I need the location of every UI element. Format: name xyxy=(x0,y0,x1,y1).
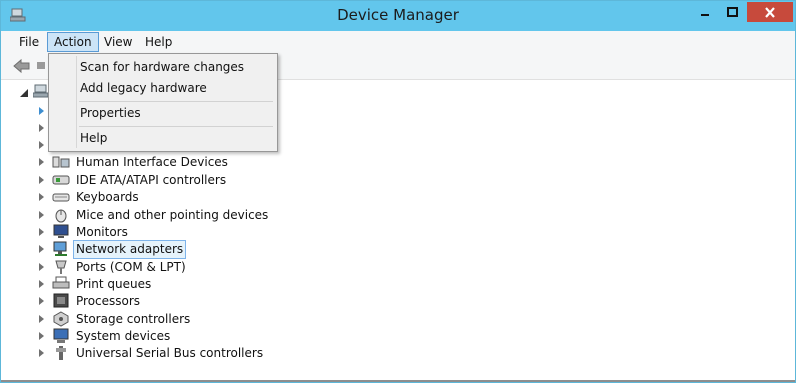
storage-controller-icon xyxy=(53,311,69,327)
expand-icon[interactable] xyxy=(39,193,44,201)
expand-icon[interactable] xyxy=(39,211,44,219)
tree-item-label: System devices xyxy=(76,329,171,343)
tree-item-label: Human Interface Devices xyxy=(76,155,228,169)
expand-icon[interactable] xyxy=(39,124,44,132)
menu-item-help[interactable]: Help xyxy=(80,128,107,148)
expand-icon[interactable] xyxy=(39,176,44,184)
monitor-icon xyxy=(53,224,69,238)
menu-file[interactable]: File xyxy=(13,33,45,51)
tree-item-label: Processors xyxy=(76,294,141,308)
window-title: Device Manager xyxy=(337,6,459,24)
printer-icon xyxy=(52,276,70,289)
menu-bar: File Action View Help xyxy=(1,31,795,53)
forward-arrow-icon[interactable] xyxy=(37,61,45,71)
ide-controller-icon xyxy=(52,175,70,185)
tree-item-label: Keyboards xyxy=(76,190,139,204)
hid-icon xyxy=(52,156,70,168)
maximize-button[interactable] xyxy=(719,2,746,22)
tree-item-label: IDE ATA/ATAPI controllers xyxy=(76,173,227,187)
expand-icon[interactable] xyxy=(39,315,44,323)
expand-icon[interactable] xyxy=(39,158,44,166)
maximize-icon xyxy=(727,7,738,17)
tree-item-label: Ports (COM & LPT) xyxy=(76,260,186,274)
action-menu-dropdown: Scan for hardware changes Add legacy har… xyxy=(48,53,278,152)
system-devices-icon xyxy=(53,328,69,343)
network-adapter-icon xyxy=(53,241,67,256)
menu-help[interactable]: Help xyxy=(139,33,178,51)
menu-view[interactable]: View xyxy=(98,33,138,51)
window-bottom-border xyxy=(1,380,795,382)
tree-item-label: Monitors xyxy=(76,225,128,239)
device-manager-window: Device Manager File Action View Help Hum… xyxy=(0,0,796,383)
menu-item-scan-hardware[interactable]: Scan for hardware changes xyxy=(80,57,244,77)
expand-icon[interactable] xyxy=(39,280,44,288)
mouse-icon xyxy=(55,209,67,223)
close-button[interactable] xyxy=(747,2,793,22)
menu-gutter xyxy=(76,56,77,148)
expand-icon[interactable] xyxy=(39,107,44,115)
menu-action[interactable]: Action xyxy=(47,32,99,52)
processor-icon xyxy=(53,293,69,308)
expand-icon[interactable] xyxy=(39,245,44,253)
expand-icon[interactable] xyxy=(39,297,44,305)
usb-icon xyxy=(56,346,66,360)
keyboard-icon xyxy=(52,193,70,202)
tree-item-label: Print queues xyxy=(76,277,152,291)
tree-item-label: Network adapters xyxy=(73,240,187,259)
tree-item-label: Universal Serial Bus controllers xyxy=(76,346,264,360)
minimize-icon xyxy=(701,14,709,16)
tree-item-label: Storage controllers xyxy=(76,312,191,326)
minimize-button[interactable] xyxy=(692,2,718,22)
tree-item-label: Mice and other pointing devices xyxy=(76,208,269,222)
port-icon xyxy=(55,260,67,274)
menu-item-add-legacy-hardware[interactable]: Add legacy hardware xyxy=(80,78,207,98)
close-icon xyxy=(765,6,775,18)
expand-icon[interactable] xyxy=(39,228,44,236)
expand-icon[interactable] xyxy=(39,263,44,271)
back-arrow-icon[interactable] xyxy=(13,58,31,74)
menu-separator xyxy=(79,101,273,102)
expand-icon[interactable] xyxy=(39,332,44,340)
expand-icon[interactable] xyxy=(39,141,44,149)
menu-separator xyxy=(79,126,273,127)
title-bar[interactable]: Device Manager xyxy=(1,1,795,31)
menu-item-properties[interactable]: Properties xyxy=(80,103,141,123)
collapse-icon[interactable] xyxy=(20,89,28,97)
computer-icon xyxy=(33,84,49,98)
expand-icon[interactable] xyxy=(39,349,44,357)
